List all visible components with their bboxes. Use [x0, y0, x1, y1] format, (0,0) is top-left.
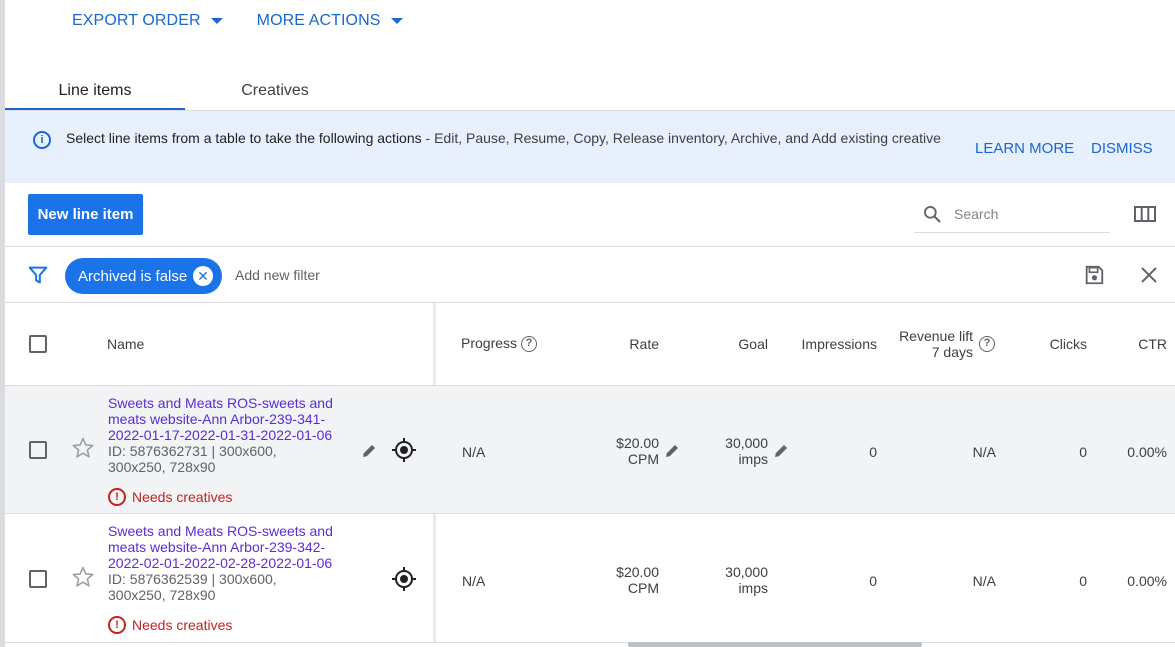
help-icon[interactable]: ? [979, 336, 995, 352]
horizontal-scrollbar[interactable] [628, 642, 922, 647]
line-item-meta: ID: 5876362731 | 300x600, 300x250, 728x9… [108, 443, 277, 475]
column-header-progress-label: Progress [461, 335, 518, 351]
line-item-name-link[interactable]: Sweets and Meats ROS-sweets and meats we… [108, 523, 340, 571]
warning-label: Needs creatives [132, 489, 233, 505]
column-header-rate[interactable]: Rate [605, 336, 659, 352]
clicks-cell: 0 [1079, 573, 1087, 589]
progress-cell: N/A [462, 444, 486, 460]
add-filter-input[interactable]: Add new filter [235, 267, 320, 283]
impressions-cell: 0 [869, 444, 877, 460]
column-header-progress[interactable]: Progress? [461, 335, 538, 353]
rate-cell: $20.00 CPM [595, 564, 659, 596]
chip-remove-icon[interactable]: ✕ [193, 266, 213, 286]
help-icon[interactable]: ? [521, 336, 538, 353]
top-actions: EXPORT ORDER MORE ACTIONS [72, 12, 403, 30]
line-item-name-link[interactable]: Sweets and Meats ROS-sweets and meats we… [108, 395, 340, 443]
caret-down-icon [390, 18, 403, 24]
filter-bar: Archived is false ✕ Add new filter [5, 246, 1175, 303]
warning-icon: ! [108, 488, 126, 506]
goal-cell: 30,000 imps [705, 564, 768, 596]
goal-cell: 30,000 imps [705, 435, 768, 467]
target-icon[interactable] [391, 437, 417, 463]
banner-message-strong: Select line items from a table to take t… [66, 130, 422, 146]
filter-icon[interactable] [27, 264, 49, 286]
new-line-item-button[interactable]: New line item [28, 194, 143, 235]
edit-goal-pencil-icon[interactable] [772, 442, 790, 460]
goal-value: 30,000 [725, 564, 768, 580]
edit-name-pencil-icon[interactable] [360, 442, 378, 460]
progress-cell: N/A [462, 573, 486, 589]
info-banner: i Select line items from a table to take… [5, 111, 1175, 183]
banner-message-rest: - Edit, Pause, Resume, Copy, Release inv… [421, 130, 941, 146]
edit-rate-pencil-icon[interactable] [663, 442, 681, 460]
search-box [914, 195, 1110, 233]
column-header-name[interactable]: Name [107, 336, 144, 352]
banner-message: Select line items from a table to take t… [66, 129, 946, 147]
table-row[interactable]: Sweets and Meats ROS-sweets and meats we… [5, 386, 1175, 514]
line-items-table: Name Progress? Rate Goal Impressions Rev… [5, 303, 1175, 647]
save-icon[interactable] [1083, 264, 1105, 286]
caret-down-icon [210, 18, 223, 24]
learn-more-link[interactable]: LEARN MORE [975, 140, 1074, 157]
column-header-revenue-lift[interactable]: Revenue lift 7 days [885, 328, 973, 360]
line-item-meta: ID: 5876362539 | 300x600, 300x250, 728x9… [108, 571, 277, 603]
close-icon[interactable] [1138, 264, 1160, 286]
rate-unit: CPM [627, 451, 659, 467]
export-order-button[interactable]: EXPORT ORDER [72, 12, 223, 30]
star-icon[interactable] [71, 565, 95, 589]
needs-creatives-warning: ! Needs creatives [108, 616, 232, 634]
goal-value: 30,000 [725, 435, 768, 451]
clicks-cell: 0 [1079, 444, 1087, 460]
target-icon[interactable] [391, 566, 417, 592]
tab-creatives[interactable]: Creatives [185, 72, 365, 110]
tab-bar: Line items Creatives [5, 72, 1175, 110]
select-all-checkbox[interactable] [29, 335, 47, 353]
ctr-cell: 0.00% [1127, 444, 1167, 460]
warning-icon: ! [108, 616, 126, 634]
goal-unit: imps [738, 580, 768, 596]
impressions-cell: 0 [869, 573, 877, 589]
table-header-row: Name Progress? Rate Goal Impressions Rev… [5, 303, 1175, 386]
rate-unit: CPM [627, 580, 659, 596]
info-icon: i [33, 131, 51, 149]
warning-label: Needs creatives [132, 617, 233, 633]
tab-label: Line items [58, 82, 132, 99]
star-icon[interactable] [71, 436, 95, 460]
more-actions-label: MORE ACTIONS [256, 12, 381, 29]
rate-cell: $20.00 CPM [595, 435, 659, 467]
ctr-cell: 0.00% [1127, 573, 1167, 589]
revenue-lift-label: Revenue lift [899, 328, 973, 344]
revenue-lift-cell: N/A [972, 444, 996, 460]
needs-creatives-warning: ! Needs creatives [108, 488, 232, 506]
tab-line-items[interactable]: Line items [5, 72, 185, 110]
columns-icon[interactable] [1133, 204, 1157, 224]
more-actions-button[interactable]: MORE ACTIONS [257, 12, 403, 30]
search-input[interactable] [954, 203, 1104, 225]
column-header-ctr[interactable]: CTR [1115, 336, 1167, 352]
column-header-clicks[interactable]: Clicks [1025, 336, 1087, 352]
goal-unit: imps [738, 451, 768, 467]
rate-value: $20.00 [616, 564, 659, 580]
rate-value: $20.00 [616, 435, 659, 451]
revenue-lift-cell: N/A [972, 573, 996, 589]
row-checkbox[interactable] [29, 570, 47, 588]
revenue-lift-period: 7 days [931, 344, 973, 360]
export-order-label: EXPORT ORDER [72, 12, 201, 29]
tab-label: Creatives [241, 82, 309, 99]
search-icon [924, 206, 941, 223]
dismiss-button[interactable]: DISMISS [1091, 140, 1153, 157]
table-row[interactable]: Sweets and Meats ROS-sweets and meats we… [5, 514, 1175, 643]
filter-chip-label: Archived is false [78, 267, 188, 285]
row-checkbox[interactable] [29, 441, 47, 459]
filter-chip-archived[interactable]: Archived is false ✕ [65, 258, 222, 294]
column-header-impressions[interactable]: Impressions [795, 336, 877, 352]
column-header-goal[interactable]: Goal [705, 336, 768, 352]
